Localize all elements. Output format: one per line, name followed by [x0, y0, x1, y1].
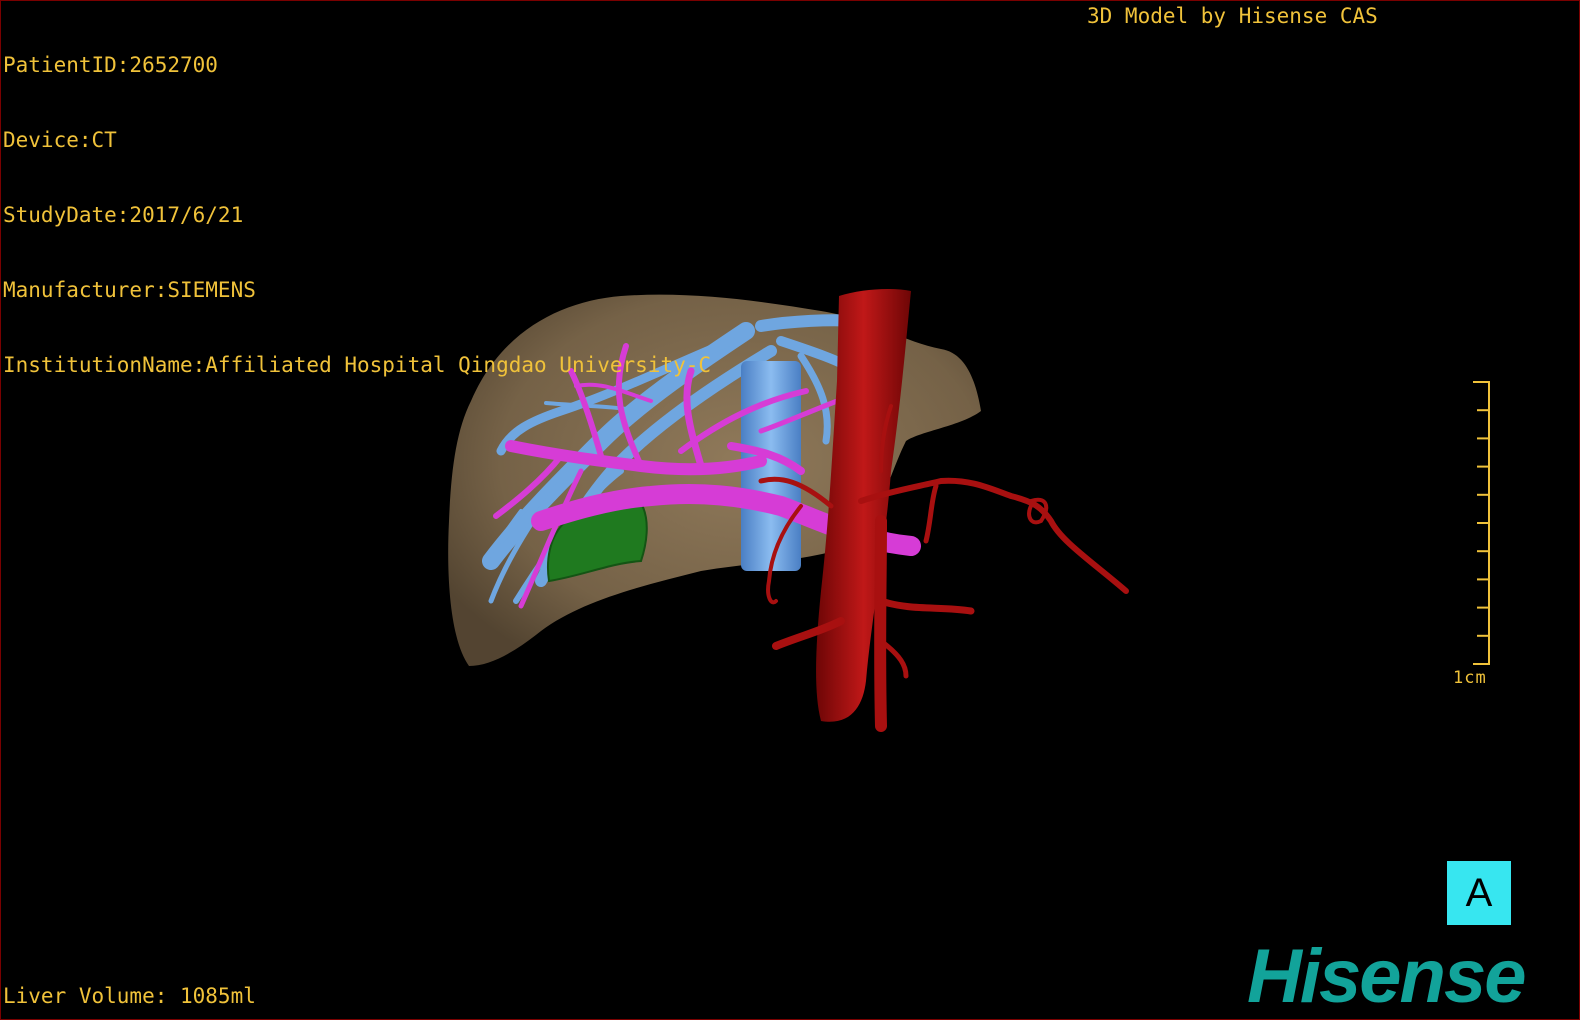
scale-bar: [1473, 381, 1490, 665]
view-orientation-badge[interactable]: A: [1447, 861, 1511, 925]
scale-bar-label: 1cm: [1453, 668, 1487, 688]
3d-viewport[interactable]: PatientID:2652700 Device:CT StudyDate:20…: [0, 0, 1580, 1020]
dicom-info-overlay: PatientID:2652700 Device:CT StudyDate:20…: [3, 3, 711, 428]
manufacturer-text: Manufacturer:SIEMENS: [3, 278, 256, 302]
liver-volume-text: Liver Volume: 1085ml: [3, 984, 256, 1008]
device-text: Device:CT: [3, 128, 117, 152]
study-date-text: StudyDate:2017/6/21: [3, 203, 244, 227]
hisense-logo: Hisense: [1247, 934, 1526, 1019]
institution-text: InstitutionName:Affiliated Hospital Qing…: [3, 353, 712, 377]
patient-id-text: PatientID:2652700: [3, 53, 218, 77]
model-credit-text: 3D Model by Hisense CAS: [1087, 4, 1378, 28]
